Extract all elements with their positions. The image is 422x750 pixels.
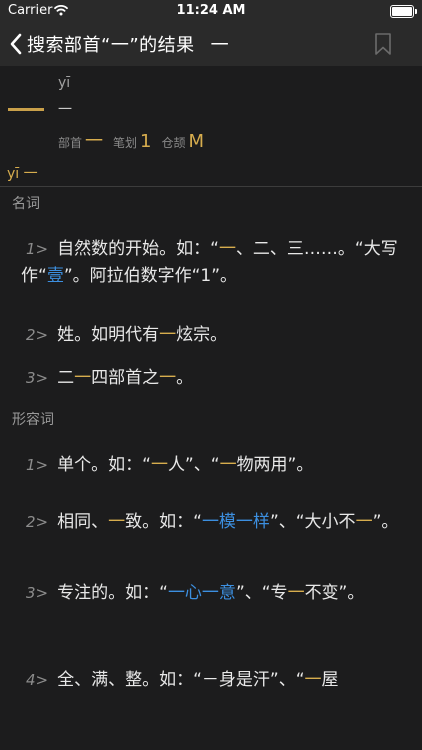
definition-noun-3: 3> 二一四部首之一。 <box>21 365 411 392</box>
highlight-char: 一 <box>287 583 305 603</box>
definition-text: 物两用”。 <box>236 455 314 475</box>
definition-text: 屋 <box>321 670 339 690</box>
highlight-char: 一 <box>159 325 177 345</box>
definition-text: 相同、 <box>57 512 109 532</box>
definition-text: 四部首之 <box>91 368 160 388</box>
definition-text: 全、满、整。如：“－身是汗”、“ <box>57 670 305 690</box>
definition-noun-1: 1> 自然数的开始。如：“一、二、三……。“大写作“壹”。阿拉伯数字作“1”。 <box>21 236 411 290</box>
status-bar: Carrier 11:24 AM <box>0 0 422 22</box>
link-word[interactable]: 一模一样 <box>202 512 270 532</box>
navigation-bar: 搜索部首“一”的结果 一 <box>0 22 422 66</box>
highlight-char: 一 <box>108 512 126 532</box>
radical-label: 部首 <box>58 136 83 150</box>
clock: 11:24 AM <box>176 3 246 18</box>
back-button[interactable]: 搜索部首“一”的结果 一 <box>9 30 229 58</box>
definition-text: 。 <box>176 368 194 388</box>
highlight-char: 一 <box>150 455 168 475</box>
definition-text: 炫宗。 <box>176 325 228 345</box>
definition-adj-1: 1> 单个。如：“一人”、“一物两用”。 <box>21 452 411 479</box>
strokes-label: 笔划 <box>113 136 138 150</box>
radical-value: 一 <box>85 131 104 152</box>
highlight-char: 一 <box>159 368 177 388</box>
headword: yī 一 <box>7 163 38 183</box>
definition-text: 不变”。 <box>304 583 365 603</box>
definition-text: ”。阿拉伯数字作“1”。 <box>63 266 238 286</box>
pinyin: yī <box>58 75 71 91</box>
definition-adj-2: 2> 相同、一致。如：“一模一样”、“大小不一”。 <box>21 509 411 536</box>
back-label: 搜索部首“一”的结果 <box>27 35 195 56</box>
divider <box>0 186 422 187</box>
character-glyph <box>8 91 44 121</box>
battery-icon <box>390 5 417 18</box>
bookmark-icon[interactable] <box>374 32 392 56</box>
definition-text: 人”、“ <box>167 455 220 475</box>
highlight-char: 一 <box>218 239 236 259</box>
headword-pinyin: yī <box>7 166 20 182</box>
highlight-char: 一 <box>74 368 92 388</box>
definition-text: 致。如：“ <box>125 512 202 532</box>
definition-text: 二 <box>57 368 75 388</box>
definition-number: 3> <box>26 369 49 387</box>
definition-text: ”、“专 <box>235 583 288 603</box>
character-small: 一 <box>58 102 72 118</box>
definition-number: 4> <box>26 671 49 689</box>
definition-adj-3: 3> 专注的。如：“一心一意”、“专一不变”。 <box>21 580 411 607</box>
definition-text: ”。 <box>372 512 399 532</box>
definition-text: ”、“大小不 <box>269 512 356 532</box>
definition-text: 自然数的开始。如：“ <box>57 239 219 259</box>
pos-noun: 名词 <box>12 196 40 212</box>
highlight-char: 一 <box>219 455 237 475</box>
chevron-left-icon <box>10 33 22 55</box>
character-header: yī 一 部首 一 笔划 1 仓颉 M <box>0 66 422 162</box>
definition-text: 专注的。如：“ <box>57 583 168 603</box>
definition-number: 1> <box>26 456 49 474</box>
definition-adj-4: 4> 全、满、整。如：“－身是汗”、“一屋 <box>21 667 411 694</box>
definition-number: 2> <box>26 513 49 531</box>
definition-number: 3> <box>26 584 49 602</box>
highlight-char: 一 <box>304 670 322 690</box>
character-meta: 部首 一 笔划 1 仓颉 M <box>58 127 214 153</box>
link-word[interactable]: 一心一意 <box>168 583 236 603</box>
nav-title-char: 一 <box>210 35 230 56</box>
headword-char: 一 <box>23 166 38 182</box>
definition-text: 单个。如：“ <box>57 455 151 475</box>
link-word[interactable]: 壹 <box>47 266 64 286</box>
cangjie-label: 仓颉 <box>161 136 186 150</box>
strokes-value: 1 <box>140 131 152 152</box>
definition-noun-2: 2> 姓。如明代有一炫宗。 <box>21 322 411 349</box>
cangjie-value: M <box>188 131 205 152</box>
highlight-char: 一 <box>355 512 373 532</box>
definition-text: 姓。如明代有 <box>57 325 160 345</box>
pos-adjective: 形容词 <box>12 412 54 428</box>
definition-number: 2> <box>26 326 49 344</box>
definition-number: 1> <box>26 240 49 258</box>
